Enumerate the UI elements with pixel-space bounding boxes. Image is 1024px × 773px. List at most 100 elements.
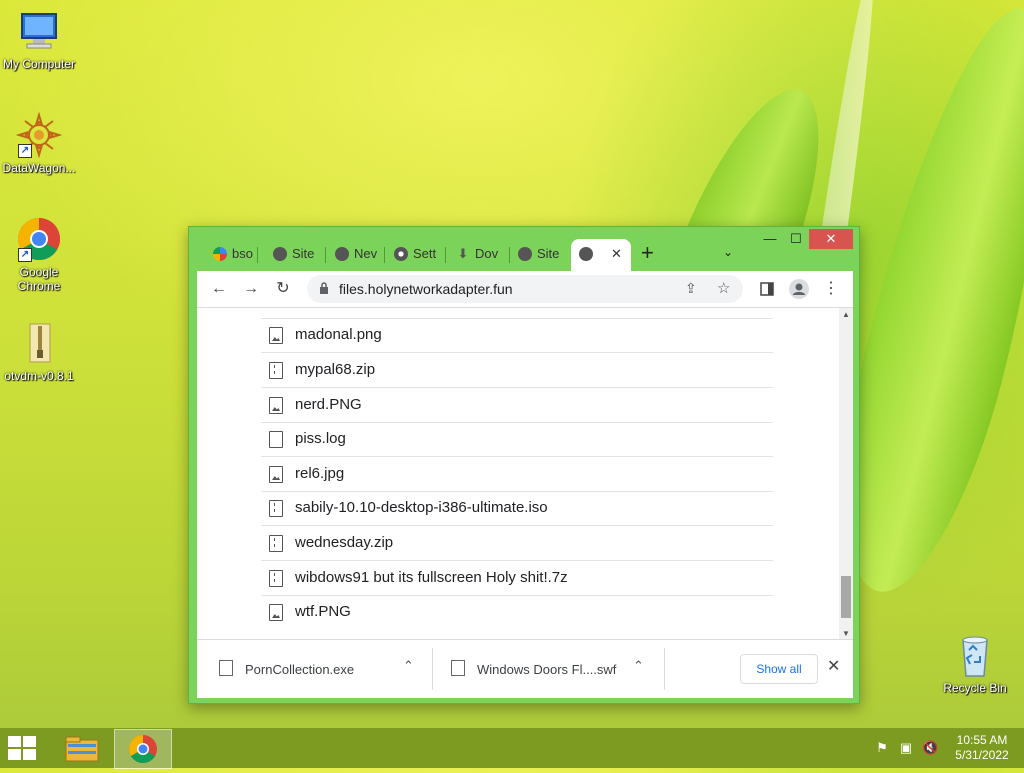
tab-label: Site [537,246,560,261]
recycle-bin-icon [952,632,998,678]
network-icon[interactable]: ▣ [898,740,914,756]
desktop-icon-otvdm[interactable]: otvdm-v0.8.1 [0,320,78,383]
list-item[interactable]: wednesday.zip [261,526,773,561]
taskbar-file-explorer[interactable] [54,729,110,767]
side-panel-icon[interactable] [755,277,779,301]
datawagon-icon: ↗ [15,111,63,159]
scrollbar-thumb[interactable] [841,576,851,618]
archive-file-icon [269,500,283,517]
system-clock[interactable]: 10:55 AM 5/31/2022 [950,733,1014,763]
file-link[interactable]: wibdows91 but its fullscreen Holy shit!.… [295,569,568,586]
title-bar[interactable]: bso Site Nev Sett ⬇ Dov Site ✕ + ⌄ — ☐ ✕ [189,227,859,271]
menu-icon[interactable]: ⋮ [819,277,843,301]
desktop-icon-my-computer[interactable]: My Computer [0,8,78,71]
desktop-icon-label: otvdm-v0.8.1 [4,369,74,383]
desktop-icon-datawagon[interactable]: ↗ DataWagon... [0,111,78,175]
tab-search-icon[interactable]: ⌄ [723,245,733,259]
clock-date: 5/31/2022 [955,748,1009,762]
clock-time: 10:55 AM [956,733,1008,747]
start-button[interactable] [8,736,38,760]
download-shelf: PornCollection.exe ⌃ Windows Doors Fl...… [197,639,853,698]
taskbar: ⚑ ▣ 🔇 10:55 AM 5/31/2022 [0,728,1024,769]
scroll-up-arrow-icon[interactable]: ▲ [842,310,850,319]
list-item[interactable]: piss.log [261,422,773,457]
close-download-shelf-icon[interactable]: ✕ [827,656,840,676]
tab-active[interactable]: ✕ [571,239,631,271]
tab-2[interactable]: Site [265,239,326,271]
browser-toolbar: ← → ↻ files.holynetworkadapter.fun ⇪ ☆ ⋮ [197,271,853,307]
desktop-icon-label: Recycle Bin [943,681,1007,695]
maximize-button[interactable]: ☐ [781,229,811,249]
action-center-flag-icon[interactable]: ⚑ [874,740,890,756]
bookmark-star-icon[interactable]: ☆ [717,279,730,297]
desktop-icon-label: My Computer [2,57,76,71]
executable-file-icon [219,660,233,676]
list-item[interactable]: sabily-10.10-desktop-i386-ultimate.iso [261,491,773,526]
file-link[interactable]: nerd.PNG [295,396,362,413]
archive-file-icon [269,535,283,552]
image-file-icon [269,327,283,344]
chrome-icon [129,735,157,763]
taskbar-chrome[interactable] [114,729,172,769]
file-link[interactable]: rel6.jpg [295,465,344,482]
tab-label: Nev [354,246,378,261]
tab-label: Site [292,246,315,261]
google-icon [213,246,227,261]
archive-file-icon [269,362,283,379]
gear-icon [394,246,408,261]
desktop-icon-label: Google Chrome [17,265,61,293]
list-item[interactable]: wtf.PNG [261,595,773,629]
file-listing: madonal.png mypal68.zip nerd.PNG piss.lo… [197,307,853,640]
list-item[interactable]: wibdows91 but its fullscreen Holy shit!.… [261,561,773,596]
file-link[interactable]: mypal68.zip [295,361,375,378]
vertical-scrollbar[interactable]: ▲ ▼ [839,308,853,640]
file-icon [451,660,465,676]
scroll-down-arrow-icon[interactable]: ▼ [842,629,850,638]
address-bar[interactable]: files.holynetworkadapter.fun ⇪ ☆ [307,275,743,303]
image-file-icon [269,466,283,483]
globe-icon [518,246,532,261]
share-icon[interactable]: ⇪ [685,280,697,297]
folder-zip-icon [16,320,62,366]
globe-icon [273,246,287,261]
close-button[interactable]: ✕ [809,229,853,249]
list-item[interactable]: mypal68.zip [261,353,773,388]
download-filename: PornCollection.exe [245,662,355,677]
file-link[interactable]: madonal.png [295,326,382,343]
download-item[interactable]: Windows Doors Fl....swf ⌃ [433,640,665,698]
globe-icon [335,246,349,261]
tab-6[interactable]: Site [510,239,570,271]
close-tab-icon[interactable]: ✕ [611,239,622,269]
tab-3[interactable]: Nev [327,239,385,271]
image-file-icon [269,397,283,414]
chevron-up-icon[interactable]: ⌃ [403,658,414,674]
tab-4[interactable]: Sett [386,239,446,271]
tab-label: Dov [475,246,499,261]
profile-icon[interactable] [787,277,811,301]
computer-icon [16,8,62,54]
download-icon: ⬇ [457,246,469,261]
chevron-up-icon[interactable]: ⌃ [633,658,644,674]
list-item[interactable]: madonal.png [261,318,773,353]
tab-5[interactable]: ⬇ Dov [448,239,510,271]
desktop-icon-recycle-bin[interactable]: Recycle Bin [936,632,1014,695]
file-explorer-icon [65,736,99,762]
file-link[interactable]: piss.log [295,430,346,447]
archive-file-icon [269,570,283,587]
chrome-icon: ↗ [16,216,62,262]
volume-muted-icon[interactable]: 🔇 [922,740,938,756]
tab-1[interactable]: bso [205,239,258,271]
forward-icon[interactable]: → [239,277,263,301]
file-link[interactable]: wtf.PNG [295,603,351,620]
list-item[interactable]: rel6.jpg [261,457,773,492]
desktop-icon-google-chrome[interactable]: ↗ Google Chrome [0,216,78,293]
download-item[interactable]: PornCollection.exe ⌃ [197,640,433,698]
reload-icon[interactable]: ↻ [271,277,295,301]
back-icon[interactable]: ← [207,277,231,301]
show-all-button[interactable]: Show all [740,654,818,684]
list-item[interactable]: nerd.PNG [261,388,773,423]
file-link[interactable]: wednesday.zip [295,534,393,551]
tab-label: bso [232,246,253,261]
new-tab-button[interactable]: + [641,239,654,267]
file-link[interactable]: sabily-10.10-desktop-i386-ultimate.iso [295,499,548,516]
